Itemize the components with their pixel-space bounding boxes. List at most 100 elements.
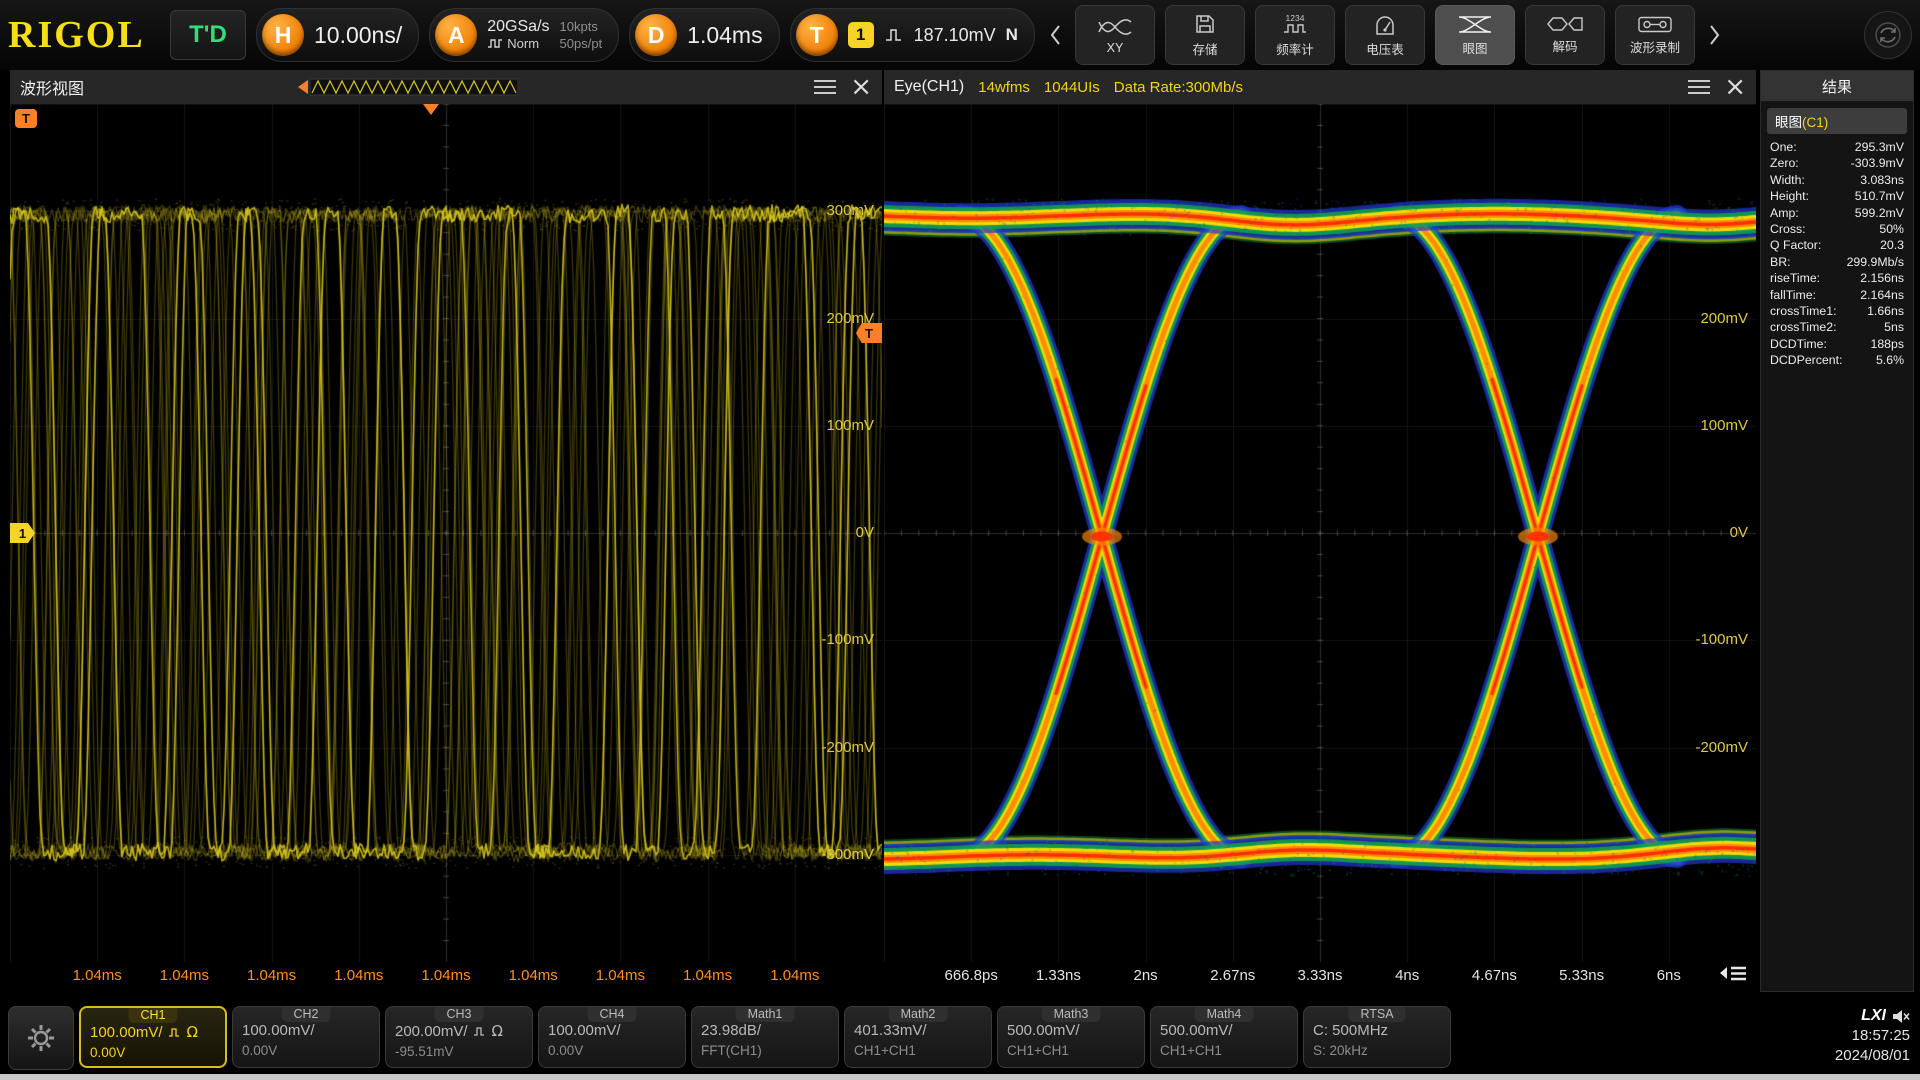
y-axis-label: 100mV	[826, 416, 874, 434]
x-axis-label: 666.8ps	[944, 967, 998, 984]
voltmeter-icon	[1376, 15, 1394, 35]
setup-gear-button[interactable]	[8, 1006, 74, 1070]
timebase-position-ribbon[interactable]	[298, 77, 518, 97]
coupling-icon	[168, 1028, 179, 1037]
measurement-label: Height:	[1770, 189, 1809, 204]
channel-tab-label: CH2	[281, 1007, 331, 1022]
acquisition-knob-button[interactable]: A	[435, 14, 478, 56]
timebase-value: 10.00ns/	[314, 21, 403, 48]
trigger-status-indicator: T'D	[170, 10, 246, 60]
waveform-panel-title: 波形视图	[20, 81, 85, 98]
channel-scale: 100.00mV/	[242, 1022, 315, 1039]
eye-close-icon[interactable]: ×	[1724, 74, 1746, 100]
measurement-label: Amp:	[1770, 205, 1799, 220]
channel-tab-label: RTSA	[1348, 1007, 1406, 1022]
measurement-row: DCDTime: 188ps	[1761, 336, 1913, 352]
measurement-value: 5.6%	[1875, 353, 1904, 368]
y-axis-label: -200mV	[1695, 738, 1748, 756]
channel-tab-label: CH1	[128, 1008, 178, 1023]
bottom-channel-bar: CH1 100.00mV/Ω 0.00V CH2 100.00mV/0.00V CH3 20…	[0, 1000, 1920, 1074]
speaker-muted-icon[interactable]	[1892, 1009, 1910, 1024]
measurement-label: DCDTime:	[1770, 336, 1827, 351]
channel-box-ch4[interactable]: CH4 100.00mV/0.00V	[538, 1006, 686, 1068]
channel-box-math1[interactable]: Math1 23.98dB/FFT(CH1)	[691, 1006, 839, 1068]
toolbar-button-decode[interactable]: 解码	[1524, 5, 1605, 65]
x-axis-label: 1.33ns	[1035, 967, 1081, 984]
measurement-label: riseTime:	[1770, 271, 1821, 286]
measurement-row: Zero: -303.9mV	[1761, 155, 1913, 171]
sample-rate: 20GSa/s	[487, 18, 550, 35]
channel-box-ch2[interactable]: CH2 100.00mV/0.00V	[232, 1006, 380, 1068]
waveform-graticule[interactable]: T T 1 300mV 200mV 100mV 0V -100mV -200mV -300m…	[10, 104, 882, 962]
toolbar-button-counter[interactable]: 1234 频率计	[1254, 5, 1335, 65]
channel-scale: 100.00mV/Ω	[90, 1023, 199, 1041]
measurement-row: Q Factor: 20.3	[1761, 237, 1913, 253]
channel-offset: S: 20kHz	[1313, 1043, 1368, 1058]
y-axis-label: -200mV	[821, 738, 874, 756]
toolbar-button-eye[interactable]: 眼图	[1434, 5, 1515, 65]
measurement-value: 188ps	[1870, 336, 1904, 351]
channel-offset: CH1+CH1	[1160, 1043, 1222, 1058]
toolbar-button-voltmeter[interactable]: 电压表	[1344, 5, 1425, 65]
toolbar-scroll-right-icon[interactable]	[1705, 6, 1725, 64]
clock-area: LXI 18:57:25 2024/08/01	[1835, 1006, 1910, 1066]
assistant-loop-icon[interactable]	[1864, 11, 1912, 59]
acquisition-mode-icon	[488, 39, 503, 48]
y-axis-label: -100mV	[821, 631, 874, 649]
acquisition-control[interactable]: A 20GSa/s Norm 10kpts 50ps/pt	[429, 8, 620, 62]
channel-box-math4[interactable]: Math4 500.00mV/CH1+CH1	[1150, 1006, 1298, 1068]
channel-box-math3[interactable]: Math3 500.00mV/CH1+CH1	[997, 1006, 1145, 1068]
channel-boxes: CH1 100.00mV/Ω 0.00V CH2 100.00mV/0.00V CH3 20…	[74, 1006, 1451, 1068]
toolbar-button-storage[interactable]: 存储	[1164, 5, 1245, 65]
channel-offset: 0.00V	[548, 1043, 584, 1058]
trigger-control[interactable]: T 1 187.10mV N	[789, 8, 1035, 62]
impedance-icon: Ω	[491, 1022, 504, 1040]
measurement-value: 510.7mV	[1854, 189, 1904, 204]
channel-offset: FFT(CH1)	[701, 1043, 762, 1058]
horizontal-knob-button[interactable]: H	[262, 14, 304, 56]
eye-canvas[interactable]	[884, 104, 1756, 962]
toolbar-scroll-left-icon[interactable]	[1045, 6, 1065, 64]
measurement-label: Q Factor:	[1770, 238, 1822, 253]
system-time: 18:57:25	[1851, 1027, 1910, 1044]
channel-box-ch3[interactable]: CH3 200.00mV/Ω -95.51mV	[385, 1006, 533, 1068]
horizontal-timebase-control[interactable]: H 10.00ns/	[256, 8, 420, 62]
delay-control[interactable]: D 1.04ms	[629, 8, 780, 62]
trigger-position-marker[interactable]	[423, 104, 439, 115]
results-title: 结果	[1761, 71, 1913, 101]
eye-menu-icon[interactable]	[1688, 80, 1711, 94]
eye-graticule[interactable]: 200mV 100mV 0V -100mV -200mV	[884, 104, 1756, 962]
results-eye-tab[interactable]: 眼图(C1)	[1767, 108, 1907, 134]
channel-scale: 401.33mV/	[854, 1022, 927, 1039]
y-axis-label: 200mV	[1700, 309, 1748, 327]
measurement-label: DCDPercent:	[1770, 353, 1843, 368]
y-axis-label: 100mV	[1700, 416, 1748, 434]
waveform-canvas[interactable]	[10, 104, 882, 962]
trigger-knob-button[interactable]: T	[795, 14, 838, 56]
trigger-source-tag[interactable]: T	[15, 109, 37, 128]
x-axis-label: 2ns	[1133, 967, 1158, 984]
toolbar-button-xy[interactable]: XY	[1074, 5, 1155, 65]
expand-results-icon[interactable]	[1716, 964, 1750, 989]
toolbar-button-record[interactable]: 波形录制	[1614, 5, 1695, 65]
waveform-panel-titlebar: 波形视图 ×	[10, 70, 882, 104]
measurement-value: -303.9mV	[1850, 156, 1904, 171]
waveform-close-icon[interactable]: ×	[850, 74, 872, 100]
measurement-label: crossTime1:	[1770, 304, 1837, 319]
trigger-source-badge: 1	[847, 22, 874, 48]
xy-icon	[1098, 18, 1132, 35]
delay-knob-button[interactable]: D	[635, 14, 678, 56]
channel-box-ch1[interactable]: CH1 100.00mV/Ω 0.00V	[79, 1006, 227, 1068]
waveform-menu-icon[interactable]	[814, 80, 837, 94]
channel-scale: 200.00mV/Ω	[395, 1022, 504, 1040]
eye-panel-title: Eye(CH1)	[894, 78, 965, 95]
eye-x-axis: 666.8ps 1.33ns 2ns 2.67ns 3.33ns 4ns 4.67ns 5.3…	[884, 962, 1756, 992]
channel-offset: 0.00V	[90, 1045, 126, 1060]
channel-box-math2[interactable]: Math2 401.33mV/CH1+CH1	[844, 1006, 992, 1068]
channel-box-rtsa[interactable]: RTSA C: 500MHz S: 20kHz	[1303, 1006, 1451, 1068]
screen-bottom-strip	[0, 1074, 1920, 1080]
storage-icon	[1196, 15, 1214, 33]
measurement-label: BR:	[1770, 254, 1791, 269]
delay-value: 1.04ms	[687, 21, 763, 48]
x-axis-label: 6ns	[1656, 967, 1681, 984]
